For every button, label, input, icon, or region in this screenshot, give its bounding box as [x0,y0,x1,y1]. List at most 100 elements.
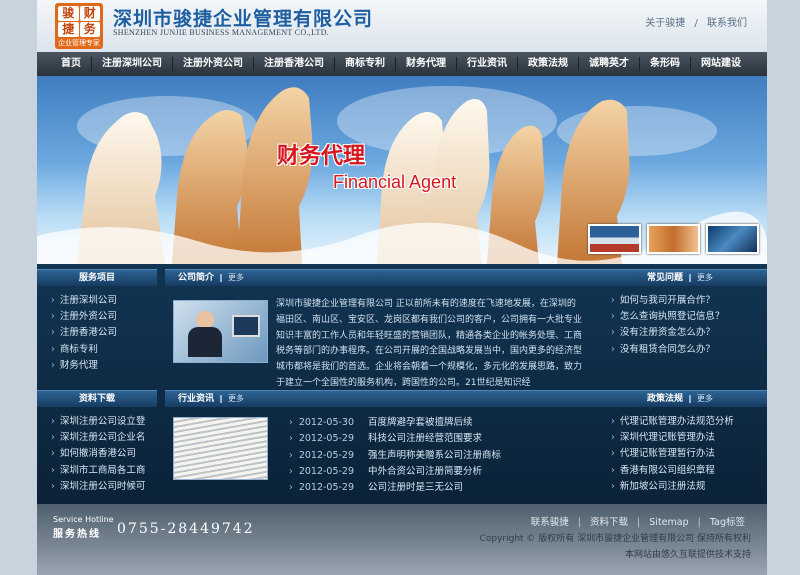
list-item[interactable]: 注册外资公司 [51,309,157,325]
logo-tagline: 企业管理专家 [58,39,100,47]
list-item[interactable]: 如何与我司开展合作？ [611,293,767,309]
nav-item-home[interactable]: 首页 [51,57,92,71]
list-item[interactable]: 如何撤消香港公司 [51,446,157,462]
intro-title: 公司简介 [178,273,215,283]
list-item[interactable]: 财务代理 [51,358,157,374]
news-headline[interactable]: 百度牌避孕套被擅牌后续 [368,417,473,428]
footer-link-contact[interactable]: 联系骏捷 [531,517,569,528]
title-divider [220,273,223,282]
list-item[interactable]: 没有租赁合同怎么办？ [611,342,767,358]
news-list: 2012-05-30 百度牌避孕套被擅牌后续 2012-05-29 科技公司注册经营… [289,415,501,496]
link-separator: | [697,517,701,528]
person-body [188,327,222,357]
list-item[interactable]: 深圳代理记账管理办法 [611,430,767,446]
news-item[interactable]: 2012-05-30 百度牌避孕套被擅牌后续 [289,415,501,431]
hero-banner[interactable]: 财务代理 Financial Agent [37,76,767,264]
nav-item-foreign-company[interactable]: 注册外资公司 [173,57,254,71]
news-headline[interactable]: 中外合资公司注册简要分析 [368,466,482,477]
services-box: 服务项目 注册深圳公司 注册外资公司 注册香港公司 商标专利 财务代理 [37,269,157,374]
logo-char: 捷 [58,22,79,37]
title-divider [689,394,691,403]
nav-item-policy[interactable]: 政策法规 [518,57,579,71]
about-link[interactable]: 关于骏捷 [645,18,685,29]
list-item[interactable]: 香港有限公司组织章程 [611,463,767,479]
policy-list: 代理记账管理办法规范分析 深圳代理记账管理办法 代理记账管理暂行办法 香港有限公… [593,407,767,495]
tech-support-text: 本网站由悠久互联提供技术支持 [624,550,751,560]
list-item[interactable]: 深圳注册公司时候可 [51,479,157,495]
faq-list: 如何与我司开展合作？ 怎么查询执照登记信息？ 没有注册资金怎么办？ 没有租赁合同… [593,286,767,358]
intro-text: 深圳市骏捷企业管理有限公司 正以前所未有的速度在飞速地发展，在深圳的福田区、南山… [276,299,582,388]
list-item[interactable]: 没有注册资金怎么办？ [611,325,767,341]
news-title: 行业资讯 [178,394,215,404]
news-date: 2012-05-29 [298,449,355,461]
hotline-label-en: Service Hotline [53,515,114,524]
policy-box: 政策法规 更多 代理记账管理办法规范分析 深圳代理记账管理办法 代理记账管理暂行办… [593,390,767,495]
list-item[interactable]: 代理记账管理暂行办法 [611,446,767,462]
news-headline[interactable]: 科技公司注册经营范围要求 [368,433,482,444]
nav-item-jobs[interactable]: 诚聘英才 [579,57,640,71]
top-links: 关于骏捷 / 联系我们 [645,14,747,29]
footer-link-downloads[interactable]: 资料下载 [590,517,628,528]
page: 骏 财 捷 务 企业管理专家 深圳市骏捷企业管理有限公司 SHENZHEN JU… [37,0,767,575]
downloads-box: 资料下载 深圳注册公司设立登 深圳注册公司企业名 如何撤消香港公司 深圳市工商局… [37,390,157,495]
list-item[interactable]: 新加坡公司注册法规 [611,479,767,495]
monitor-shape [232,315,260,337]
title-divider [689,273,691,282]
banner-thumbnail[interactable] [588,224,641,254]
link-separator: | [577,517,581,528]
list-item[interactable]: 深圳注册公司设立登 [51,414,157,430]
site-header: 骏 财 捷 务 企业管理专家 深圳市骏捷企业管理有限公司 SHENZHEN JU… [37,0,767,52]
company-logo[interactable]: 骏 财 捷 务 企业管理专家 [55,3,103,49]
nav-item-finance-agent[interactable]: 财务代理 [396,57,457,71]
news-date: 2012-05-29 [298,465,355,477]
policy-more-link[interactable]: 更多 [697,394,713,403]
banner-thumbnail[interactable] [647,224,700,254]
banner-thumbnail[interactable] [706,224,759,254]
news-header: 行业资讯 更多 [165,390,593,407]
news-item[interactable]: 2012-05-29 中外合资公司注册简要分析 [289,464,501,480]
services-title: 服务项目 [37,269,157,286]
news-headline[interactable]: 公司注册时是三无公司 [368,482,463,493]
company-name-en: SHENZHEN JUNJIE BUSINESS MANAGEMENT CO.,… [113,28,330,37]
nav-item-industry-news[interactable]: 行业资讯 [457,57,518,71]
list-item[interactable]: 商标专利 [51,342,157,358]
news-item[interactable]: 2012-05-29 科技公司注册经营范围要求 [289,431,501,447]
news-date: 2012-05-29 [298,433,355,445]
news-date: 2012-05-29 [298,482,355,494]
faq-header: 常见问题 更多 [593,269,767,286]
hotline-phone: 0755-28449742 [117,521,255,537]
list-item[interactable]: 注册深圳公司 [51,293,157,309]
news-item[interactable]: 2012-05-29 公司注册时是三无公司 [289,480,501,496]
logo-char: 骏 [58,6,79,21]
intro-more-link[interactable]: 更多 [228,273,244,282]
services-list: 注册深圳公司 注册外资公司 注册香港公司 商标专利 财务代理 [37,286,157,374]
footer-link-tags[interactable]: Tag标签 [710,517,745,528]
intro-box: 公司简介 更多 深圳市骏捷企业管理有限公司 正以前所未有的速度在飞速地发展，在深圳… [165,269,593,388]
company-name-cn: 深圳市骏捷企业管理有限公司 [113,8,374,30]
faq-more-link[interactable]: 更多 [697,273,713,282]
logo-char: 财 [79,6,100,21]
list-item[interactable]: 怎么查询执照登记信息？ [611,309,767,325]
nav-item-web-build[interactable]: 网站建设 [691,57,751,71]
nav-item-shenzhen-company[interactable]: 注册深圳公司 [92,57,173,71]
banner-title-cn: 财务代理 [277,144,366,169]
footer-links: 联系骏捷 | 资料下载 | Sitemap | Tag标签 [531,514,745,528]
link-separator: / [694,18,698,29]
copyright-text: Copyright © 版权所有 深圳市骏捷企业管理有限公司 保持所有权利 [479,534,751,544]
nav-item-trademark[interactable]: 商标专利 [335,57,396,71]
nav-item-hongkong-company[interactable]: 注册香港公司 [254,57,335,71]
news-headline[interactable]: 强生声明称美赠系公司注册商标 [368,450,501,461]
list-item[interactable]: 代理记账管理办法规范分析 [611,414,767,430]
list-item[interactable]: 深圳市工商局各工商 [51,463,157,479]
nav-item-barcode[interactable]: 条形码 [640,57,691,71]
banner-thumbnails [588,224,759,254]
news-more-link[interactable]: 更多 [228,394,244,403]
title-divider [220,394,223,403]
policy-header: 政策法规 更多 [593,390,767,407]
list-item[interactable]: 深圳注册公司企业名 [51,430,157,446]
footer-link-sitemap[interactable]: Sitemap [649,517,688,528]
contact-link[interactable]: 联系我们 [707,18,747,29]
news-item[interactable]: 2012-05-29 强生声明称美赠系公司注册商标 [289,448,501,464]
list-item[interactable]: 注册香港公司 [51,325,157,341]
banner-title-en: Financial Agent [333,172,457,192]
